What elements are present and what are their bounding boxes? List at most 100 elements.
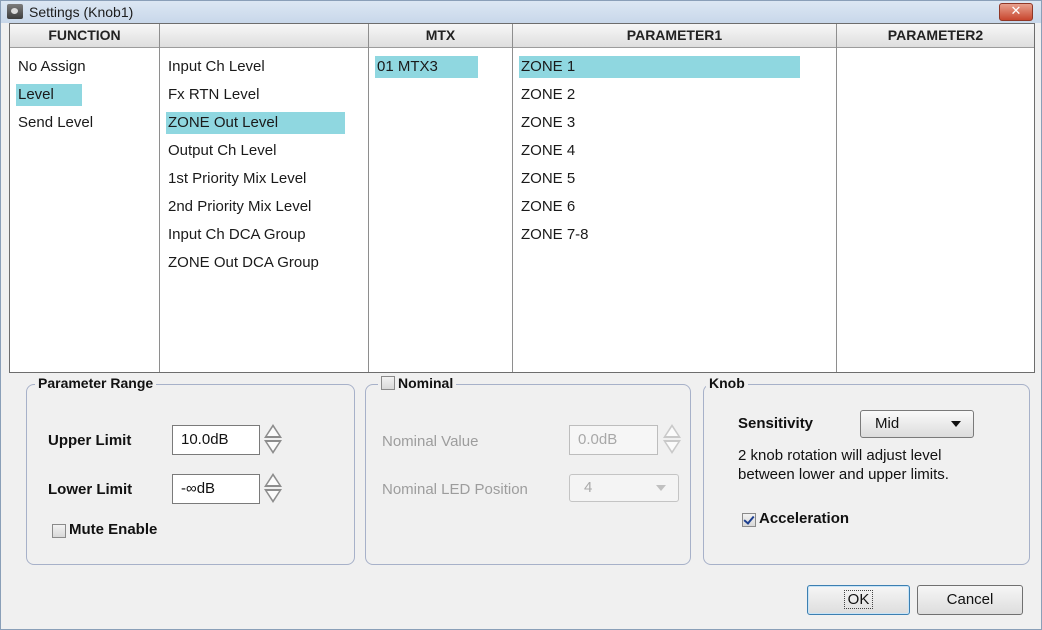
function-item[interactable]: No Assign: [10, 53, 159, 81]
lower-limit-label: Lower Limit: [48, 481, 133, 498]
parameter1-item-label: ZONE 1: [521, 58, 576, 75]
nominal-group: Nominal Nominal Value 0.0dB Nominal LED …: [365, 375, 691, 565]
sub-function-item[interactable]: Fx RTN Level: [160, 81, 368, 109]
sub-function-item[interactable]: ZONE Out DCA Group: [160, 249, 368, 277]
sub-function-item[interactable]: 2nd Priority Mix Level: [160, 193, 368, 221]
nominal-legend: Nominal: [378, 375, 457, 391]
parameter1-item[interactable]: ZONE 3: [513, 109, 836, 137]
parameter1-item-label: ZONE 7-8: [521, 226, 589, 243]
sub-function-list: Input Ch Level Fx RTN Level ZONE Out Level…: [160, 48, 368, 277]
knob-legend: Knob: [706, 375, 748, 391]
parameter1-item-label: ZONE 2: [521, 86, 576, 103]
chevron-down-icon: [656, 485, 666, 491]
parameter2-list: [837, 48, 1034, 53]
parameter2-column: PARAMETER2: [837, 24, 1034, 372]
nominal-led-position-select: 4: [569, 474, 679, 502]
mtx-column-header: MTX: [369, 24, 512, 48]
parameter1-item[interactable]: ZONE 7-8: [513, 221, 836, 249]
function-item[interactable]: Level: [10, 81, 159, 109]
ok-button-label: OK: [843, 590, 874, 609]
function-column: FUNCTION No Assign Level Send Level: [10, 24, 160, 372]
knob-description: 2 knob rotation will adjust level betwee…: [738, 446, 949, 484]
parameter2-column-header: PARAMETER2: [837, 24, 1034, 48]
nominal-increment-icon: [663, 424, 681, 438]
lower-limit-spinner[interactable]: [264, 472, 282, 504]
function-column-header: FUNCTION: [10, 24, 159, 48]
parameter1-column: PARAMETER1 ZONE 1 ZONE 2 ZONE 3 ZONE 4 ZONE …: [513, 24, 837, 372]
sub-function-item-label: ZONE Out DCA Group: [168, 254, 319, 271]
nominal-value-field: 0.0dB: [569, 425, 658, 455]
parameter-range-legend: Parameter Range: [35, 375, 157, 391]
knob-description-line1: 2 knob rotation will adjust level: [738, 447, 942, 464]
sub-function-item[interactable]: Input Ch Level: [160, 53, 368, 81]
upper-limit-increment-icon[interactable]: [264, 424, 282, 438]
close-button[interactable]: ✕: [999, 3, 1033, 21]
upper-limit-field[interactable]: 10.0dB: [172, 425, 260, 455]
ok-button[interactable]: OK: [807, 585, 910, 615]
parameter1-list: ZONE 1 ZONE 2 ZONE 3 ZONE 4 ZONE 5 ZONE 6 ZONE…: [513, 48, 836, 249]
nominal-led-position-label: Nominal LED Position: [382, 481, 528, 498]
function-list: No Assign Level Send Level: [10, 48, 159, 137]
lower-limit-field[interactable]: -∞dB: [172, 474, 260, 504]
parameter1-item-label: ZONE 4: [521, 142, 576, 159]
nominal-label[interactable]: Nominal: [398, 375, 453, 391]
function-item-label: Send Level: [18, 114, 94, 131]
parameter-range-group: Parameter Range Upper Limit 10.0dB Lower…: [26, 375, 355, 565]
parameter1-item-label: ZONE 5: [521, 170, 576, 187]
function-item-label: Level: [18, 86, 54, 103]
lower-limit-increment-icon[interactable]: [264, 473, 282, 487]
sensitivity-label: Sensitivity: [738, 415, 814, 432]
parameter1-item-label: ZONE 6: [521, 198, 576, 215]
sub-function-item-label: Input Ch Level: [168, 58, 265, 75]
mtx-item-label: 01 MTX3: [377, 58, 438, 75]
parameter1-item[interactable]: ZONE 2: [513, 81, 836, 109]
acceleration-label[interactable]: Acceleration: [759, 510, 849, 527]
upper-limit-label: Upper Limit: [48, 432, 132, 449]
sub-function-column-header: [160, 24, 368, 48]
app-icon: [7, 4, 23, 19]
cancel-button[interactable]: Cancel: [917, 585, 1023, 615]
parameter1-item[interactable]: ZONE 1: [513, 53, 836, 81]
sensitivity-select[interactable]: Mid: [860, 410, 974, 438]
parameter1-column-header: PARAMETER1: [513, 24, 836, 48]
function-item-label: No Assign: [18, 58, 86, 75]
sub-function-item[interactable]: Output Ch Level: [160, 137, 368, 165]
knob-group: Knob Sensitivity Mid 2 knob rotation wil…: [703, 375, 1030, 565]
mtx-column: MTX 01 MTX3: [369, 24, 513, 372]
chevron-down-icon: [951, 421, 961, 427]
sub-function-column: Input Ch Level Fx RTN Level ZONE Out Level…: [160, 24, 369, 372]
title-bar[interactable]: Settings (Knob1) ✕: [1, 1, 1041, 23]
sub-function-item-label: Input Ch DCA Group: [168, 226, 306, 243]
sub-function-item-label: Output Ch Level: [168, 142, 277, 159]
acceleration-checkbox[interactable]: [742, 513, 756, 527]
mtx-list: 01 MTX3: [369, 48, 512, 81]
nominal-led-position-value: 4: [584, 479, 593, 496]
nominal-value-spinner: [663, 423, 681, 455]
sub-function-item-label: 2nd Priority Mix Level: [168, 198, 312, 215]
mute-enable-label[interactable]: Mute Enable: [69, 521, 157, 538]
parameter1-item-label: ZONE 3: [521, 114, 576, 131]
sub-function-item[interactable]: ZONE Out Level: [160, 109, 368, 137]
mute-enable-checkbox[interactable]: [52, 524, 66, 538]
function-item[interactable]: Send Level: [10, 109, 159, 137]
nominal-decrement-icon: [663, 440, 681, 454]
parameter1-item[interactable]: ZONE 6: [513, 193, 836, 221]
sub-function-item-label: ZONE Out Level: [168, 114, 279, 131]
sub-function-item-label: 1st Priority Mix Level: [168, 170, 307, 187]
sub-function-item[interactable]: Input Ch DCA Group: [160, 221, 368, 249]
upper-limit-spinner[interactable]: [264, 423, 282, 455]
nominal-value-label: Nominal Value: [382, 433, 479, 450]
parameter1-item[interactable]: ZONE 5: [513, 165, 836, 193]
nominal-checkbox[interactable]: [381, 376, 395, 390]
sensitivity-value: Mid: [875, 415, 900, 432]
knob-description-line2: between lower and upper limits.: [738, 466, 949, 483]
parameter1-item[interactable]: ZONE 4: [513, 137, 836, 165]
sub-function-item[interactable]: 1st Priority Mix Level: [160, 165, 368, 193]
lower-limit-decrement-icon[interactable]: [264, 489, 282, 503]
mtx-item[interactable]: 01 MTX3: [369, 53, 512, 81]
sub-function-item-label: Fx RTN Level: [168, 86, 260, 103]
assignment-grid: FUNCTION No Assign Level Send Level Input …: [9, 23, 1035, 373]
settings-dialog: Settings (Knob1) ✕ FUNCTION No Assign Lev…: [0, 0, 1042, 630]
window-title: Settings (Knob1): [29, 4, 134, 20]
upper-limit-decrement-icon[interactable]: [264, 440, 282, 454]
